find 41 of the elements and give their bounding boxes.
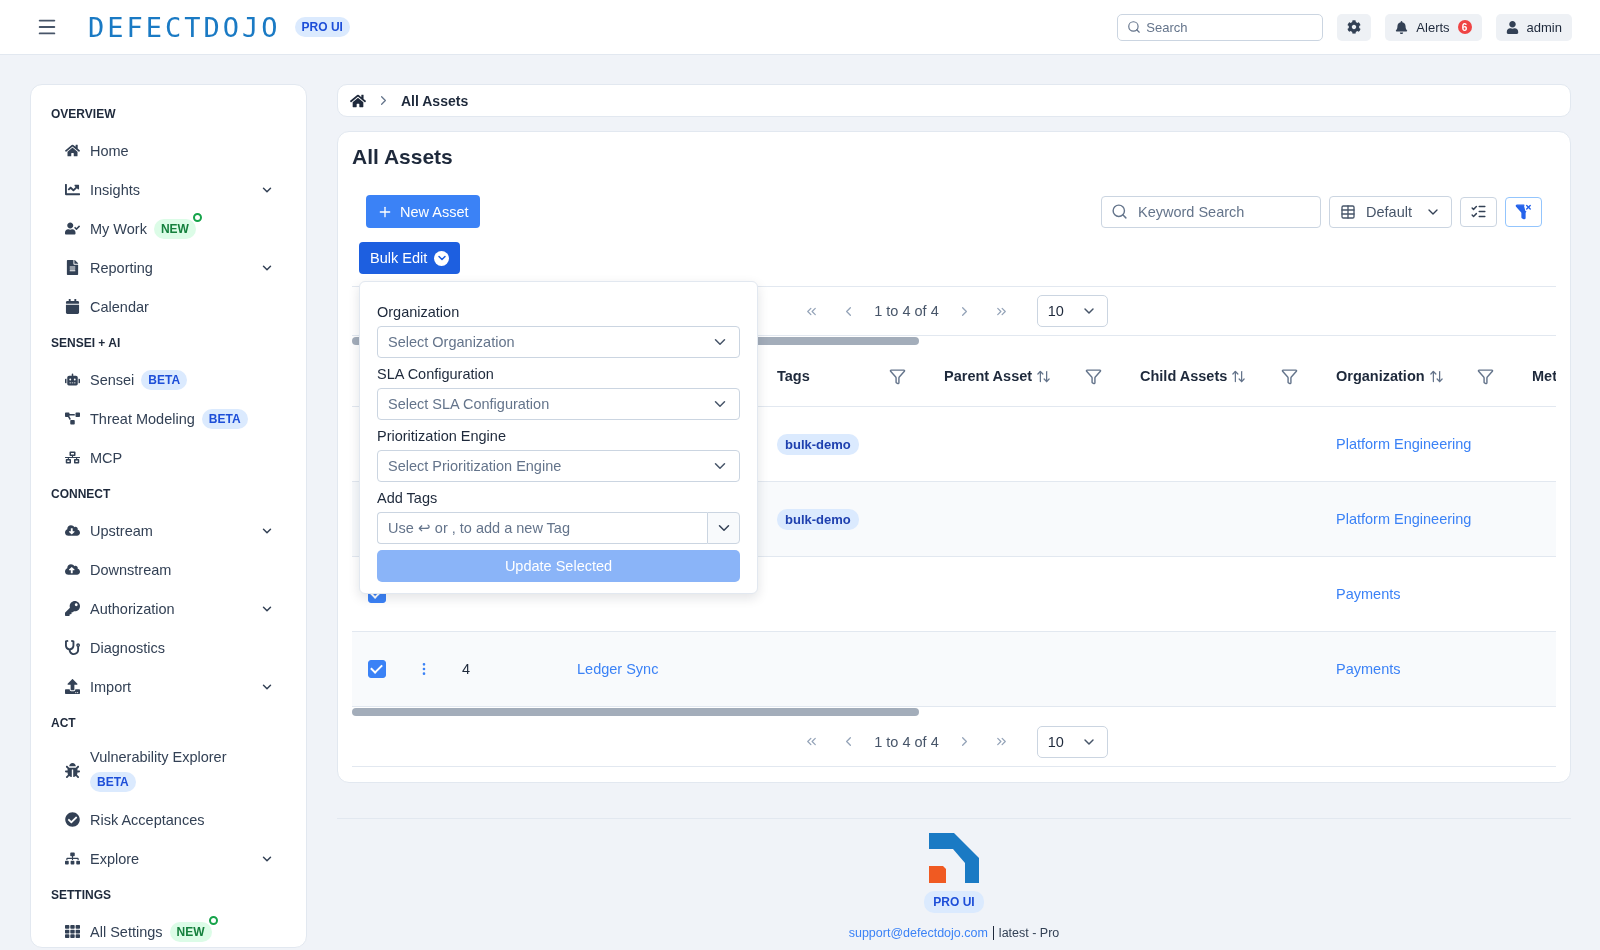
version-text: latest - Pro (998, 926, 1060, 940)
logo: DEFECTDOJO (88, 11, 281, 43)
tag-chip: bulk-demo (777, 433, 859, 455)
nav-label: All Settings (90, 923, 163, 940)
field-label: Organization (377, 302, 461, 322)
nav-label: Downstream (90, 561, 172, 578)
nav-label: Authorization (90, 600, 175, 617)
page-title: All Assets (352, 146, 454, 168)
tag-chip: bulk-demo (777, 508, 859, 530)
nav-label: Calendar (90, 298, 149, 315)
nav-label: Vulnerability Explorer (90, 748, 227, 765)
nav-label: Threat Modeling (90, 410, 195, 427)
nav-label: MCP (90, 449, 123, 466)
nav-label: Sensei (90, 371, 135, 388)
beta-badge: BETA (141, 369, 188, 390)
page-range: 1 to 4 of 4 (874, 303, 939, 319)
beta-badge: BETA (90, 771, 136, 792)
alert-count: 6 (1457, 20, 1472, 34)
breadcrumb-item: All Assets (401, 92, 469, 109)
section-heading: OVERVIEW (51, 106, 117, 123)
nav-label: Home (90, 142, 129, 159)
section-heading: SETTINGS (51, 887, 112, 904)
field-label: SLA Configuration (377, 364, 495, 384)
nav-label: Risk Acceptances (90, 811, 205, 828)
nav-label: My Work (90, 220, 147, 237)
nav-label: Reporting (90, 259, 153, 276)
nav-label: Upstream (90, 522, 153, 539)
pro-badge: PRO UI (294, 17, 350, 37)
section-heading: ACT (51, 715, 77, 732)
id-cell: 4 (462, 661, 471, 677)
field-label: Add Tags (377, 488, 439, 508)
section-heading: SENSEI + AI (51, 335, 122, 352)
beta-badge: BETA (201, 408, 248, 429)
nav-label: Insights (90, 181, 140, 198)
page-range: 1 to 4 of 4 (874, 733, 939, 750)
nav-label: Import (90, 678, 132, 695)
nav-label: Explore (90, 850, 140, 867)
field-label: Prioritization Engine (377, 426, 507, 446)
pro-badge: PRO UI (924, 891, 984, 913)
nav-label: Diagnostics (90, 639, 165, 656)
section-heading: CONNECT (51, 486, 112, 503)
